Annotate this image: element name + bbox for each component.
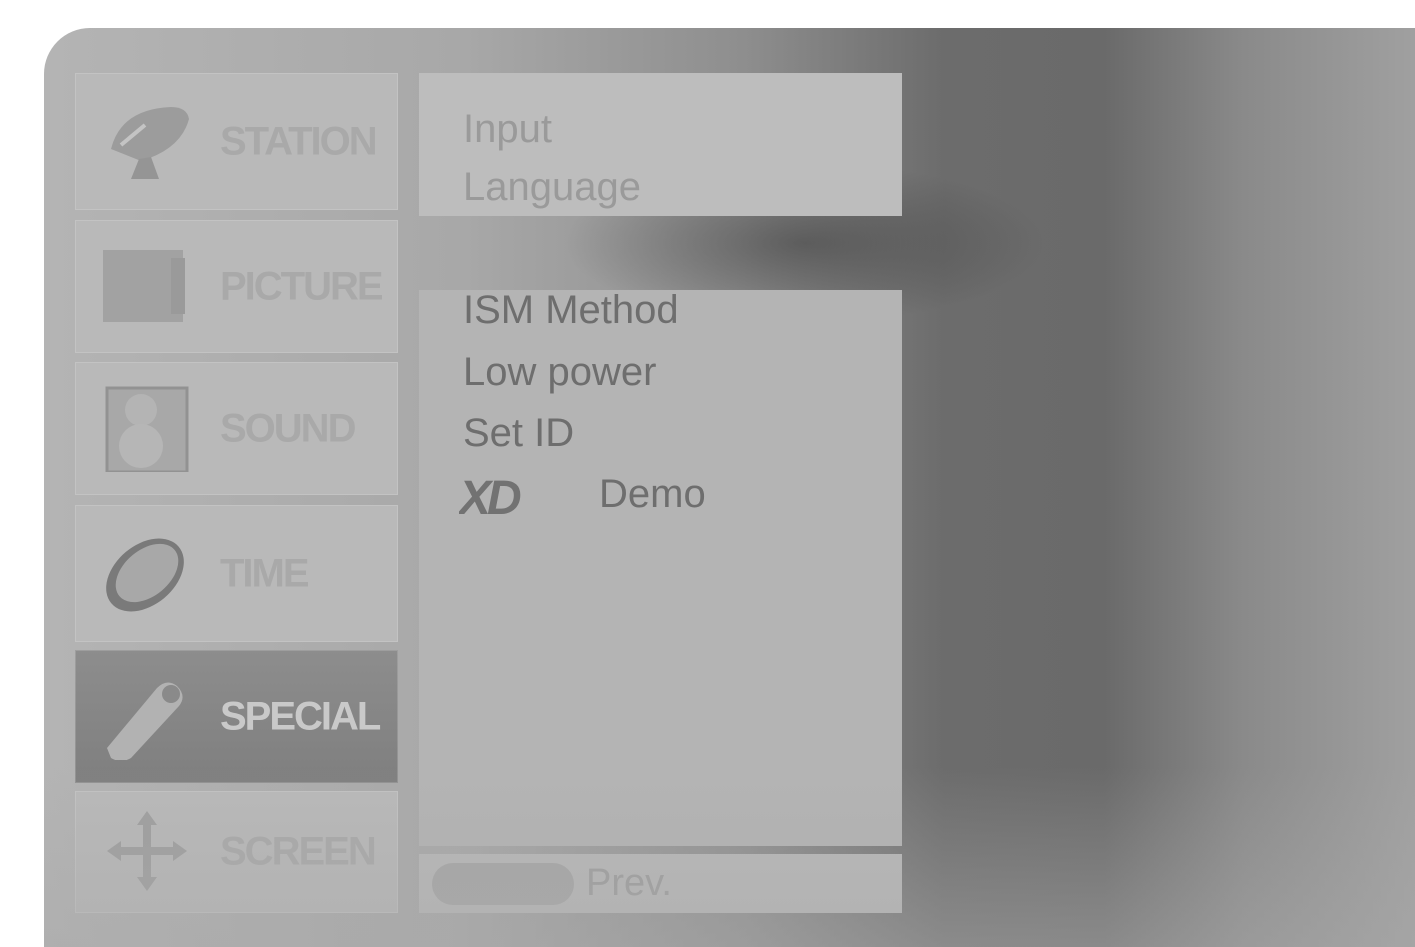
category-label: SOUND bbox=[220, 406, 356, 450]
category-label: SCREEN bbox=[220, 829, 377, 874]
picture-icon bbox=[103, 249, 185, 322]
category-sidebar: STATION PICTURE SOUND TIME SPECIAL SCREE… bbox=[75, 73, 398, 913]
navigation-hint-bar: Prev. bbox=[419, 854, 902, 913]
satellite-dish-icon bbox=[111, 106, 189, 179]
move-arrows-icon bbox=[107, 811, 187, 891]
category-label: SPECIAL bbox=[220, 694, 381, 738]
menu-button-icon bbox=[432, 863, 574, 905]
category-label: TIME bbox=[220, 551, 310, 595]
category-picture[interactable]: PICTURE bbox=[75, 220, 398, 353]
xd-logo-icon[interactable]: XD bbox=[459, 474, 581, 518]
clock-icon bbox=[106, 538, 184, 611]
menu-item-ism-method[interactable]: ISM Method bbox=[463, 288, 679, 333]
menu-item-language[interactable]: Language bbox=[463, 165, 641, 210]
menu-item-low-power[interactable]: Low power bbox=[463, 350, 656, 395]
submenu-top-panel: Input Language bbox=[419, 73, 902, 216]
menu-item-set-id[interactable]: Set ID bbox=[463, 411, 574, 456]
category-station[interactable]: STATION bbox=[75, 73, 398, 210]
menu-item-input[interactable]: Input bbox=[463, 107, 552, 152]
prev-label[interactable]: Prev. bbox=[586, 862, 672, 905]
menu-item-xd-demo[interactable]: Demo bbox=[599, 472, 706, 517]
submenu-main-panel: ISM Method Low power Set ID XD Demo bbox=[419, 288, 902, 846]
svg-text:XD: XD bbox=[459, 474, 521, 518]
tag-icon bbox=[107, 682, 183, 760]
category-label: STATION bbox=[220, 119, 378, 163]
category-label: PICTURE bbox=[220, 264, 384, 308]
category-time[interactable]: TIME bbox=[75, 505, 398, 642]
tv-osd-screen: STATION PICTURE SOUND TIME SPECIAL SCREE… bbox=[44, 28, 1415, 947]
category-screen[interactable]: SCREEN bbox=[75, 791, 398, 913]
category-sound[interactable]: SOUND bbox=[75, 362, 398, 495]
speaker-icon bbox=[105, 386, 189, 472]
category-special[interactable]: SPECIAL bbox=[75, 650, 398, 783]
